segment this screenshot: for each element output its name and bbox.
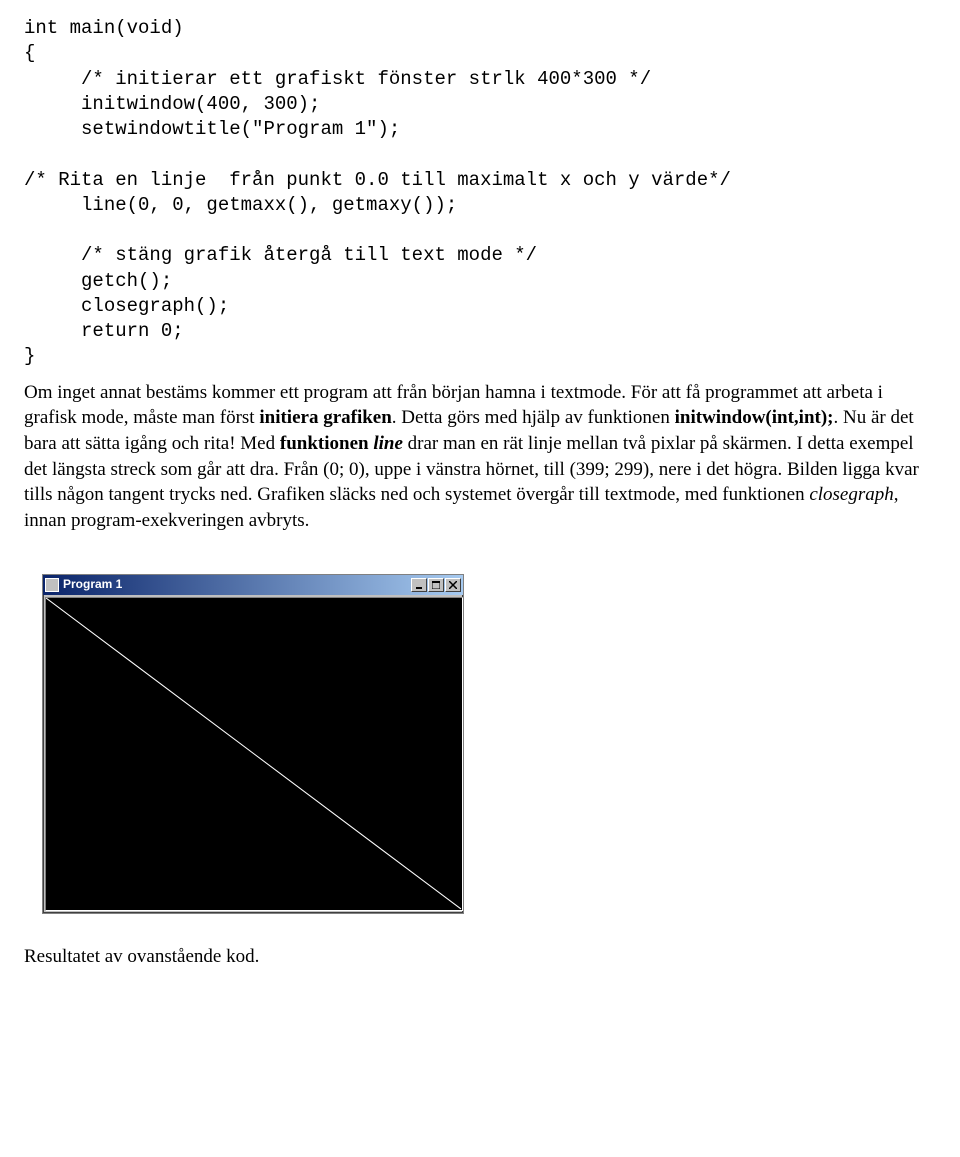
italic-run: closegraph bbox=[809, 484, 893, 505]
figure-caption: Resultatet av ovanstående kod. bbox=[24, 944, 936, 970]
bold-run: initiera grafiken bbox=[259, 407, 391, 428]
maximize-button[interactable] bbox=[428, 578, 444, 592]
close-button[interactable] bbox=[445, 578, 461, 592]
bold-run: funktionen bbox=[280, 433, 373, 454]
output-window: Program 1 bbox=[42, 574, 464, 914]
diagonal-line bbox=[46, 598, 462, 910]
titlebar[interactable]: Program 1 bbox=[43, 575, 463, 595]
window-title: Program 1 bbox=[63, 576, 411, 592]
bold-italic-run: line bbox=[373, 433, 403, 454]
graphics-canvas bbox=[45, 597, 463, 911]
bold-run: initwindow(int,int); bbox=[675, 407, 834, 428]
window-icon bbox=[45, 578, 59, 592]
minimize-icon bbox=[415, 581, 423, 589]
close-icon bbox=[449, 581, 457, 589]
code-block: int main(void) { /* initierar ett grafis… bbox=[24, 16, 936, 370]
body-paragraph: Om inget annat bestäms kommer ett progra… bbox=[24, 380, 936, 534]
text-run: . Detta görs med hjälp av funktionen bbox=[392, 407, 675, 428]
minimize-button[interactable] bbox=[411, 578, 427, 592]
maximize-icon bbox=[432, 581, 440, 589]
